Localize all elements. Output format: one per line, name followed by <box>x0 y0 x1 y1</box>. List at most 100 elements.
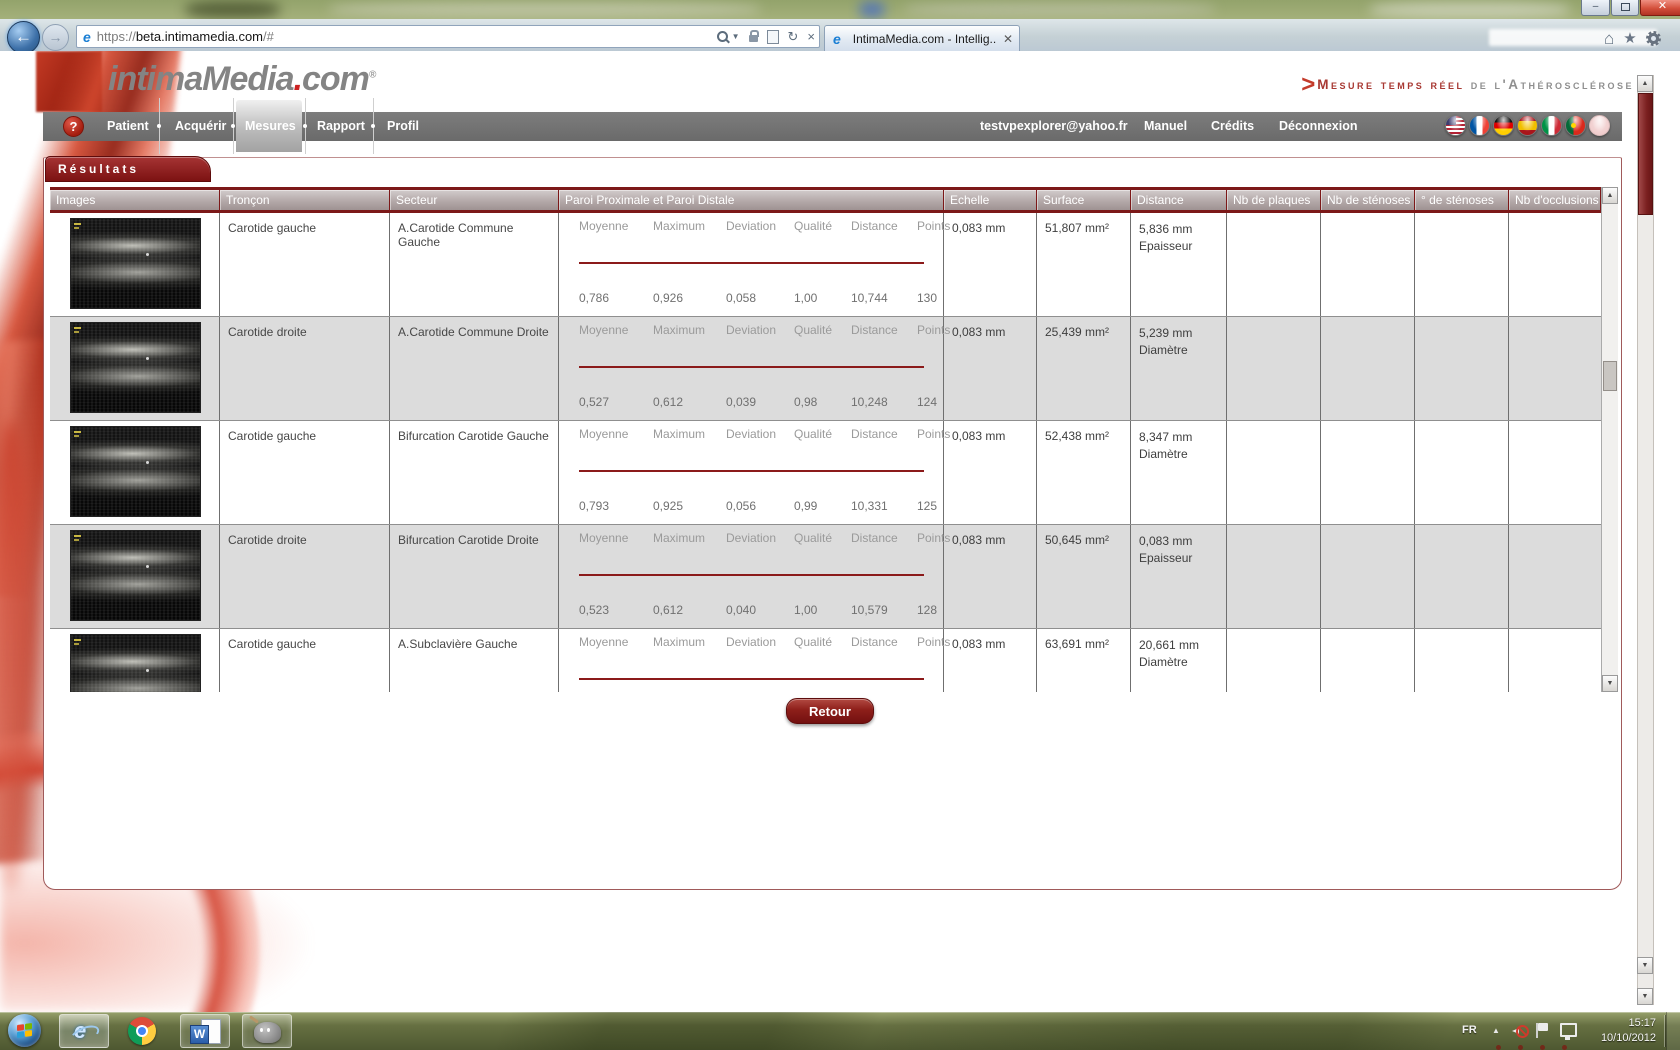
table-row[interactable]: Carotide gauche A.Carotide Commune Gauch… <box>50 213 1601 317</box>
site-tagline: >Mesure temps réel de l'Athérosclérose <box>1301 71 1634 99</box>
taskbar-clock[interactable]: 15:17 10/10/2012 <box>1590 1016 1656 1046</box>
paroi-subheader-row: MoyenneMaximumDeviationQualitéDistancePo… <box>579 531 924 545</box>
window-controls: – ✕ <box>1580 0 1680 16</box>
paroi-value: 0,612 <box>653 395 726 409</box>
flag-germany-icon[interactable] <box>1493 115 1514 136</box>
action-center-flag-icon[interactable] <box>1538 1023 1548 1031</box>
ultrasound-thumbnail[interactable] <box>70 322 201 413</box>
separator-line <box>579 470 924 472</box>
column-header: Tronçon <box>220 190 390 210</box>
flag-portugal-icon[interactable] <box>1565 115 1586 136</box>
taskbar-chrome-button[interactable] <box>118 1014 168 1048</box>
search-icon[interactable] <box>717 31 728 42</box>
nav-item-mesures[interactable]: Mesures <box>245 119 296 133</box>
refresh-icon[interactable]: ↻ <box>788 29 799 45</box>
column-header: Nb de plaques <box>1227 190 1321 210</box>
taskbar-ie-button[interactable]: e <box>59 1014 109 1048</box>
paroi-subheader-row: MoyenneMaximumDeviationQualitéDistancePo… <box>579 219 924 233</box>
flag-spain-icon[interactable] <box>1517 115 1538 136</box>
start-button[interactable] <box>8 1014 41 1047</box>
paroi-subheader: Maximum <box>653 427 726 441</box>
tray-expand-icon[interactable]: ▲ <box>1492 1026 1500 1035</box>
retour-button[interactable]: Retour <box>786 698 874 724</box>
address-bar[interactable]: e https://beta.intimamedia.com/# ▼ ↻ × <box>76 25 820 48</box>
ultrasound-thumbnail[interactable] <box>70 530 201 621</box>
forward-button[interactable]: → <box>42 24 69 51</box>
table-row[interactable]: Carotide droite Bifurcation Carotide Dro… <box>50 525 1601 629</box>
echelle-value: 0,083 mm <box>944 525 1037 628</box>
help-icon[interactable]: ? <box>63 116 84 137</box>
maximize-button[interactable] <box>1611 0 1639 16</box>
url-text[interactable]: https://beta.intimamedia.com/# <box>97 29 717 44</box>
tab-close-icon[interactable]: ✕ <box>1003 32 1013 46</box>
ultrasound-thumbnail[interactable] <box>70 218 201 309</box>
distance-type: Diamètre <box>1139 446 1226 463</box>
show-desktop-button[interactable] <box>1666 1012 1680 1050</box>
nav-item-rapport[interactable]: Rapport <box>317 119 365 133</box>
page-scrollbar-thumb[interactable] <box>1638 93 1653 215</box>
back-button[interactable]: ← <box>7 21 40 51</box>
ultrasound-thumbnail[interactable] <box>70 426 201 517</box>
distance-value: 5,239 mm <box>1139 325 1226 342</box>
compatibility-view-icon[interactable] <box>767 30 779 44</box>
nav-item-acquerir[interactable]: Acquérir <box>175 119 226 133</box>
taskbar-gimp-button[interactable] <box>242 1014 292 1048</box>
site-logo[interactable]: intimaMedia.com® <box>108 60 376 99</box>
nav-link-credits[interactable]: Crédits <box>1211 119 1254 133</box>
paroi-subheader: Distance <box>851 219 917 233</box>
thumbnail-annotation <box>74 535 81 537</box>
language-indicator[interactable]: FR <box>1462 1024 1477 1036</box>
distance-cell: 20,661 mm Diamètre <box>1131 629 1227 692</box>
nav-item-profil[interactable]: Profil <box>387 119 419 133</box>
main-navigation: ? Patient Acquérir Mesures Rapport Profi… <box>43 112 1622 141</box>
dropdown-arrow-icon[interactable]: ▼ <box>732 32 740 41</box>
paroi-value: 0,786 <box>579 291 653 305</box>
scroll-down-icon[interactable]: ▼ <box>1602 675 1618 692</box>
table-row[interactable]: Carotide droite A.Carotide Commune Droit… <box>50 317 1601 421</box>
table-row[interactable]: Carotide gauche A.Subclavière Gauche Moy… <box>50 629 1601 692</box>
user-email: testvpexplorer@yahoo.fr <box>980 119 1128 133</box>
tools-gear-icon[interactable] <box>1646 31 1661 46</box>
thumbnail-annotation <box>74 327 81 329</box>
frame-scroll-down-icon[interactable]: ▼ <box>1637 957 1653 974</box>
paroi-value: 1,00 <box>794 603 851 617</box>
browser-chrome: – ✕ ← → e https://beta.intimamedia.com/#… <box>0 0 1680 51</box>
nav-link-manuel[interactable]: Manuel <box>1144 119 1187 133</box>
windows-flag-icon <box>17 1023 32 1038</box>
ultrasound-thumbnail[interactable] <box>70 634 201 692</box>
browser-tab[interactable]: e IntimaMedia.com - Intellig... ✕ <box>824 25 1020 51</box>
table-body: Carotide gauche A.Carotide Commune Gauch… <box>50 213 1601 692</box>
home-icon[interactable]: ⌂ <box>1604 30 1614 47</box>
scroll-up-icon[interactable]: ▲ <box>1602 187 1618 204</box>
page-scroll-down-icon[interactable]: ▼ <box>1637 988 1653 1005</box>
nav-link-deconnexion[interactable]: Déconnexion <box>1279 119 1358 133</box>
volume-muted-icon[interactable] <box>1512 1024 1527 1038</box>
flag-italy-icon[interactable] <box>1541 115 1562 136</box>
paroi-cell: MoyenneMaximumDeviationQualitéDistancePo… <box>559 525 944 628</box>
paroi-value-row: 0,5270,6120,0390,9810,248124 <box>579 395 924 409</box>
favorites-star-icon[interactable]: ★ <box>1623 30 1636 47</box>
flag-france-icon[interactable] <box>1469 115 1490 136</box>
distance-cell: 0,083 mm Epaisseur <box>1131 525 1227 628</box>
echelle-value: 0,083 mm <box>944 317 1037 420</box>
distance-value: 20,661 mm <box>1139 637 1226 654</box>
table-scrollbar-thumb[interactable] <box>1603 361 1617 391</box>
table-scrollbar[interactable]: ▲ ▼ <box>1601 187 1618 692</box>
network-icon[interactable] <box>1560 1023 1577 1037</box>
paroi-subheader: Moyenne <box>579 219 653 233</box>
nav-item-patient[interactable]: Patient <box>107 119 149 133</box>
close-button[interactable]: ✕ <box>1640 0 1680 16</box>
page-scroll-up-icon[interactable]: ▲ <box>1637 75 1653 92</box>
stop-icon[interactable]: × <box>807 29 815 44</box>
secteur-value: A.Subclavière Gauche <box>390 629 559 692</box>
distance-value: 8,347 mm <box>1139 429 1226 446</box>
table-row[interactable]: Carotide gauche Bifurcation Carotide Gau… <box>50 421 1601 525</box>
deg-stenoses-cell <box>1415 421 1509 524</box>
nb-occlusions-cell <box>1509 421 1601 524</box>
taskbar-word-button[interactable] <box>180 1014 230 1048</box>
separator-line <box>579 262 924 264</box>
thumbnail-annotation <box>74 431 81 433</box>
paroi-subheader: Maximum <box>653 531 726 545</box>
minimize-button[interactable]: – <box>1581 0 1610 16</box>
flag-usa-icon[interactable] <box>1445 115 1466 136</box>
